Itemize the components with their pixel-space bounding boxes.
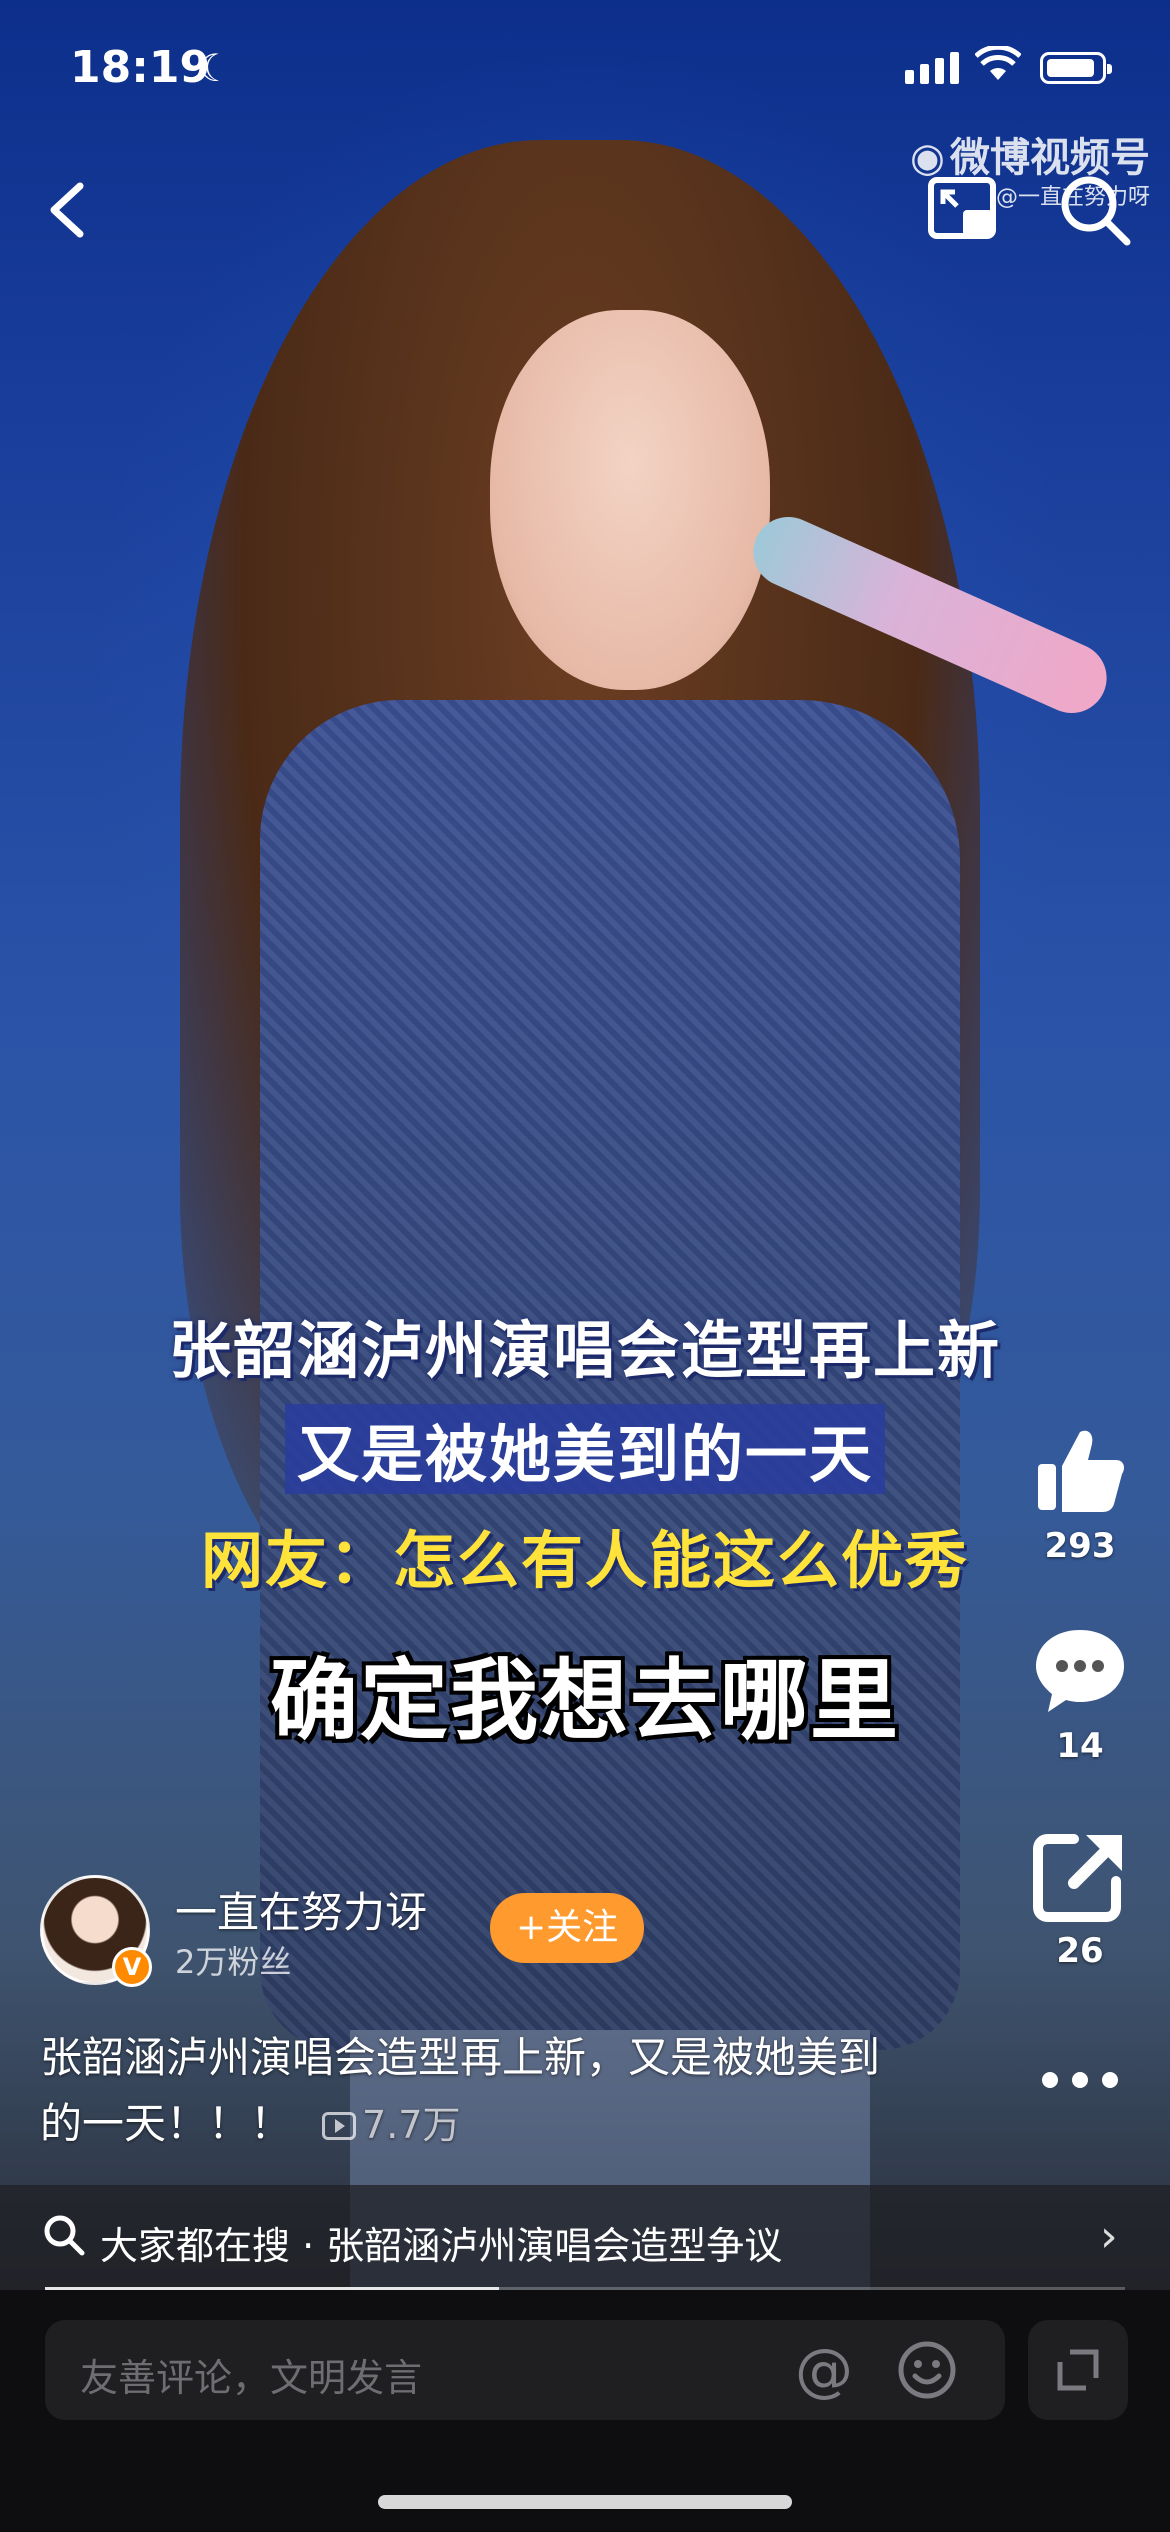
trending-search-text: 大家都在搜 · 张韶涵泸州演唱会造型争议: [100, 2224, 783, 2268]
view-count: 7.7万: [322, 2103, 460, 2147]
view-count-value: 7.7万: [362, 2103, 461, 2147]
author-fans-count: 2万粉丝: [175, 1943, 292, 1981]
play-count-icon: [322, 2112, 357, 2140]
battery-level: [1047, 59, 1094, 77]
battery-icon: [1040, 52, 1112, 84]
like-count: 293: [1044, 1526, 1116, 1566]
chevron-right-icon: ›: [1100, 2211, 1118, 2262]
comment-bar: 友善评论，文明发言 @: [0, 2290, 1170, 2532]
share-icon: [1033, 1834, 1122, 1922]
performer-figure: [180, 140, 1118, 2330]
cellular-signal-icon: [905, 52, 959, 84]
comment-input[interactable]: 友善评论，文明发言 @: [45, 2320, 1005, 2420]
post-description[interactable]: 张韶涵泸州演唱会造型再上新，又是被她美到的一天！！！ 7.7万: [40, 2025, 920, 2158]
search-icon: [1061, 176, 1131, 246]
smiley-face-icon[interactable]: [895, 2338, 959, 2402]
search-icon: [44, 2215, 85, 2256]
follow-button[interactable]: +关注: [490, 1893, 645, 1963]
share-button[interactable]: 26: [1020, 1825, 1140, 1971]
share-count: 26: [1056, 1931, 1104, 1971]
picture-in-picture-button[interactable]: [925, 170, 1005, 250]
more-button[interactable]: [1020, 2060, 1140, 2100]
moon-icon: ☾: [198, 46, 233, 90]
search-button[interactable]: [1055, 170, 1135, 250]
like-button[interactable]: 293: [1020, 1420, 1140, 1566]
mention-button[interactable]: @: [795, 2336, 853, 2404]
status-time: 18:19: [70, 42, 211, 93]
back-button[interactable]: [30, 170, 110, 250]
caption-line-3: 网友：怎么有人能这么优秀: [200, 1524, 969, 1597]
comment-button[interactable]: 14: [1020, 1620, 1140, 1766]
comment-bubble-icon: [1036, 1630, 1124, 1712]
comment-count: 14: [1056, 1726, 1104, 1766]
picture-in-picture-icon: [928, 177, 996, 239]
trending-search-bar[interactable]: 大家都在搜 · 张韶涵泸州演唱会造型争议 ›: [0, 2185, 1170, 2290]
caption-line-2: 又是被她美到的一天: [284, 1404, 885, 1494]
verified-badge: V: [112, 1947, 152, 1987]
wifi-icon: [974, 38, 1022, 94]
home-indicator: [378, 2495, 792, 2509]
author-name[interactable]: 一直在努力讶: [175, 1879, 427, 1940]
action-rail: 293 14 26: [1020, 1420, 1140, 2140]
status-bar: 18:19 ☾: [0, 0, 1170, 140]
more-dots-icon: [1042, 2072, 1118, 2088]
thumbs-up-icon: [1038, 1430, 1124, 1512]
video-captions: 张韶涵泸州演唱会造型再上新 又是被她美到的一天 网友：怎么有人能这么优秀 确定我…: [0, 1300, 1170, 1757]
performer-face: [490, 310, 770, 690]
caption-line-1: 张韶涵泸州演唱会造型再上新: [168, 1314, 1001, 1387]
chevron-left-icon: [50, 182, 84, 238]
expand-button[interactable]: [1028, 2320, 1128, 2420]
comment-placeholder: 友善评论，文明发言: [80, 2356, 423, 2400]
caption-line-4: 确定我想去哪里: [269, 1648, 900, 1752]
expand-icon: [1057, 2349, 1099, 2391]
